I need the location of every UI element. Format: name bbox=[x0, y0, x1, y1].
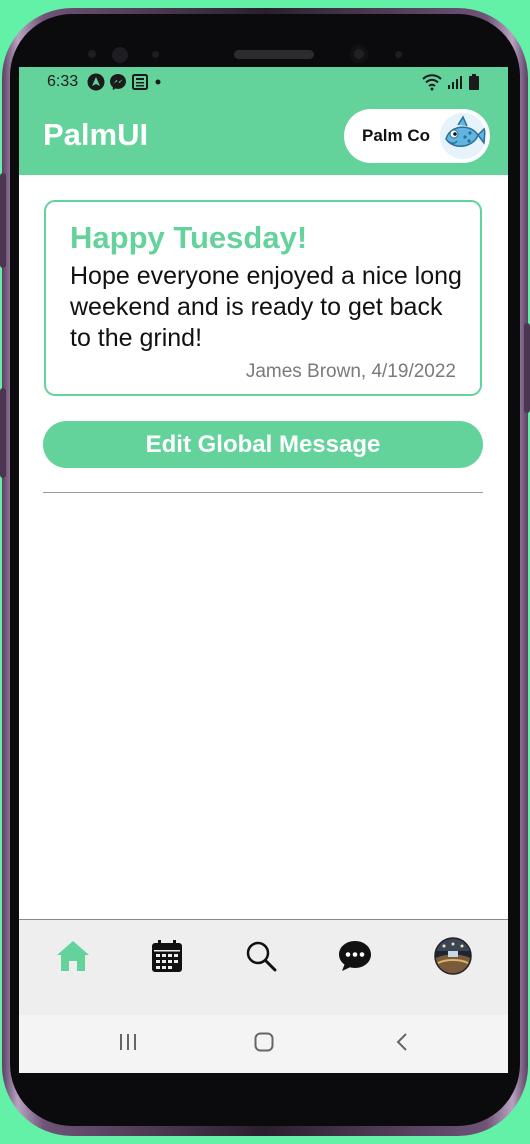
company-switcher[interactable]: Palm Co bbox=[344, 109, 490, 163]
status-notification-icons bbox=[87, 73, 163, 96]
edit-global-message-button[interactable]: Edit Global Message bbox=[43, 421, 483, 468]
bixby-button bbox=[0, 388, 6, 478]
system-home-button[interactable] bbox=[249, 1031, 279, 1057]
proximity-sensor bbox=[152, 51, 159, 58]
company-name: Palm Co bbox=[362, 126, 431, 145]
chat-bubble-icon bbox=[337, 939, 373, 978]
earpiece-speaker bbox=[234, 50, 314, 59]
messenger-icon bbox=[109, 73, 127, 96]
front-sensor bbox=[88, 50, 96, 58]
power-button bbox=[524, 323, 530, 413]
tab-home[interactable] bbox=[53, 938, 93, 978]
status-system-icons bbox=[422, 73, 480, 96]
battery-icon bbox=[468, 73, 480, 96]
divider bbox=[43, 492, 483, 493]
recents-icon bbox=[117, 1032, 139, 1057]
status-time: 6:33 bbox=[47, 73, 79, 90]
light-sensor bbox=[395, 51, 402, 58]
message-title: Happy Tuesday! bbox=[70, 220, 308, 255]
screen: 6:33 PalmUI Palm Co Happy Tuesday! Hope … bbox=[19, 67, 508, 1073]
back-icon bbox=[394, 1031, 410, 1058]
message-author-date: James Brown, 4/19/2022 bbox=[245, 361, 456, 382]
system-nav-bar bbox=[19, 1015, 508, 1073]
home-icon bbox=[55, 939, 91, 978]
tab-search[interactable] bbox=[241, 938, 281, 978]
global-message-card: Happy Tuesday! Hope everyone enjoyed a n… bbox=[44, 200, 482, 396]
dot-icon bbox=[153, 73, 163, 96]
fish-avatar-icon bbox=[440, 113, 486, 159]
search-icon bbox=[245, 940, 277, 977]
front-camera bbox=[350, 45, 368, 63]
news-icon bbox=[131, 73, 149, 96]
tab-calendar[interactable] bbox=[147, 938, 187, 978]
recents-button[interactable] bbox=[113, 1031, 143, 1057]
app-header: PalmUI Palm Co bbox=[19, 99, 508, 175]
tab-profile[interactable] bbox=[433, 936, 473, 980]
back-button[interactable] bbox=[387, 1031, 417, 1057]
wifi-icon bbox=[422, 73, 442, 96]
tab-messages[interactable] bbox=[335, 938, 375, 978]
app-title: PalmUI bbox=[43, 117, 149, 152]
calendar-icon bbox=[150, 939, 184, 978]
navigation-icon bbox=[87, 73, 105, 96]
message-body: Hope everyone enjoyed a nice long weeken… bbox=[70, 262, 462, 352]
home-circle-icon bbox=[253, 1031, 275, 1058]
signal-icon bbox=[447, 73, 463, 96]
volume-button bbox=[0, 173, 6, 268]
iris-sensor bbox=[112, 47, 128, 63]
bottom-tab-bar bbox=[19, 919, 508, 1015]
profile-avatar-icon bbox=[434, 936, 472, 980]
status-bar: 6:33 bbox=[19, 67, 508, 99]
